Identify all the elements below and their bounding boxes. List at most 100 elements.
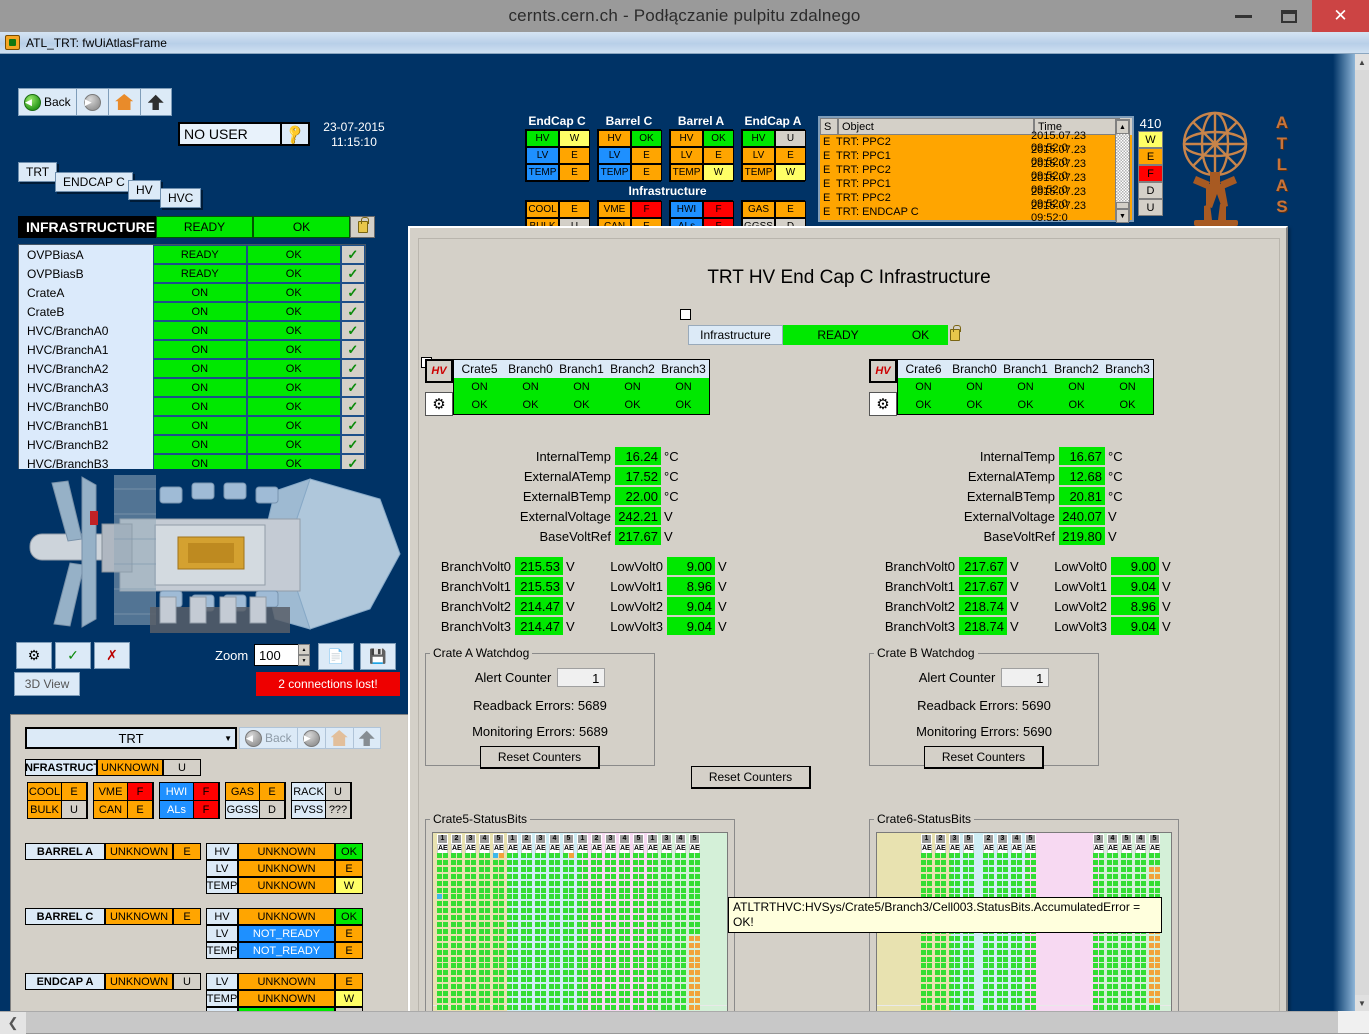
statusbit-cell[interactable] (1113, 853, 1118, 858)
statusbit-cell[interactable] (661, 956, 666, 962)
statusbit-cell[interactable] (1155, 859, 1160, 865)
statusbit-cell[interactable] (465, 908, 470, 914)
statusbit-cell[interactable] (597, 894, 602, 900)
statusbit-cell[interactable] (521, 880, 526, 886)
statusbit-cell[interactable] (611, 963, 616, 969)
statusbit-cell[interactable] (513, 928, 518, 934)
statusbit-cell[interactable] (1149, 963, 1154, 969)
statusbit-cell[interactable] (935, 859, 940, 865)
statusbit-cell[interactable] (605, 984, 610, 990)
back-button[interactable]: Back (18, 88, 76, 116)
statusbit-cell[interactable] (633, 901, 638, 907)
statusbit-cell[interactable] (569, 977, 574, 983)
bp-tag-group-3[interactable]: GAS E GGSS D (225, 782, 286, 819)
statusbit-cell[interactable] (1113, 873, 1118, 879)
statusbit-cell[interactable] (689, 963, 694, 969)
statusbit-cell[interactable] (989, 859, 994, 865)
statusbit-cell[interactable] (1011, 977, 1016, 983)
statusbit-cell[interactable] (675, 970, 680, 976)
statusbit-cell[interactable] (633, 853, 638, 858)
statusbit-cell[interactable] (457, 922, 462, 927)
statusbit-cell[interactable] (457, 942, 462, 948)
statusbit-cell[interactable] (479, 866, 484, 872)
statusbit-cell[interactable] (443, 970, 448, 976)
statusbit-cell[interactable] (695, 991, 700, 996)
statusbit-cell[interactable] (555, 915, 560, 921)
statusbit-cell[interactable] (675, 956, 680, 962)
statusbit-cell[interactable] (1155, 880, 1160, 886)
statusbit-cell[interactable] (695, 949, 700, 955)
statusbit-cell[interactable] (625, 928, 630, 934)
statusbit-cell[interactable] (549, 942, 554, 948)
infra-row-check-button[interactable]: ✓ (340, 359, 365, 378)
statusbit-cell[interactable] (921, 991, 926, 996)
statusbit-cell[interactable] (605, 915, 610, 921)
statusbit-cell[interactable] (465, 1004, 470, 1010)
statusbit-cell[interactable] (541, 935, 546, 941)
statusbit-cell[interactable] (969, 997, 974, 1003)
statusbit-cell[interactable] (667, 866, 672, 872)
statusbit-cell[interactable] (639, 922, 644, 927)
statusbit-cell[interactable] (577, 922, 582, 927)
statusbit-cell[interactable] (563, 901, 568, 907)
statusbit-cell[interactable] (1149, 977, 1154, 983)
statusbit-cell[interactable] (675, 984, 680, 990)
statusbit-cell[interactable] (1127, 887, 1132, 893)
statusbit-cell[interactable] (451, 894, 456, 900)
statusbit-cell[interactable] (591, 915, 596, 921)
statusbit-cell[interactable] (1017, 991, 1022, 996)
statusbit-cell[interactable] (521, 894, 526, 900)
statusbit-cell[interactable] (689, 901, 694, 907)
statusbit-cell[interactable] (675, 880, 680, 886)
statusbit-cell[interactable] (661, 997, 666, 1003)
statusbit-cell[interactable] (1141, 970, 1146, 976)
statusbit-cell[interactable] (611, 984, 616, 990)
statusbit-cell[interactable] (639, 915, 644, 921)
statusbit-cell[interactable] (1025, 1004, 1030, 1010)
statusbit-cell[interactable] (681, 963, 686, 969)
statusbit-cell[interactable] (563, 935, 568, 941)
statusbit-cell[interactable] (513, 977, 518, 983)
statusbit-cell[interactable] (611, 922, 616, 927)
statusbit-cell[interactable] (1113, 859, 1118, 865)
infrastructure-lock-button[interactable] (350, 216, 375, 238)
statusbit-cell[interactable] (1031, 935, 1036, 941)
statusbit-cell[interactable] (1003, 866, 1008, 872)
statusbit-cell[interactable] (941, 977, 946, 983)
accept-button[interactable]: ✓ (55, 642, 91, 669)
statusbit-cell[interactable] (633, 942, 638, 948)
statusbit-cell[interactable] (591, 901, 596, 907)
statusbit-cell[interactable] (569, 928, 574, 934)
statusbit-cell[interactable] (485, 1004, 490, 1010)
scroll-thumb[interactable] (1116, 202, 1129, 209)
statusbit-cell[interactable] (1093, 963, 1098, 969)
statusbit-cell[interactable] (695, 1004, 700, 1010)
statusbit-cell[interactable] (555, 956, 560, 962)
statusbit-cell[interactable] (969, 873, 974, 879)
statusbit-cell[interactable] (1113, 970, 1118, 976)
statusbit-cell[interactable] (605, 1004, 610, 1010)
statusbit-cell[interactable] (499, 915, 504, 921)
statusbit-cell[interactable] (963, 984, 968, 990)
statusbit-cell[interactable] (661, 887, 666, 893)
statusbit-cell[interactable] (611, 873, 616, 879)
statusbit-cell[interactable] (499, 928, 504, 934)
statusbit-cell[interactable] (465, 922, 470, 927)
statusbit-cell[interactable] (695, 873, 700, 879)
statusbit-cell[interactable] (639, 997, 644, 1003)
statusbit-cell[interactable] (1135, 977, 1140, 983)
statusbit-cell[interactable] (1003, 1004, 1008, 1010)
statusbit-cell[interactable] (513, 984, 518, 990)
statusbit-cell[interactable] (549, 922, 554, 927)
statusbit-cell[interactable] (437, 922, 442, 927)
statusbit-cell[interactable] (555, 922, 560, 927)
statusbit-cell[interactable] (681, 997, 686, 1003)
statusbit-cell[interactable] (935, 853, 940, 858)
statusbit-cell[interactable] (437, 887, 442, 893)
statusbit-cell[interactable] (619, 866, 624, 872)
statusbit-cell[interactable] (1099, 887, 1104, 893)
statusbit-cell[interactable] (611, 997, 616, 1003)
statusbit-cell[interactable] (689, 1004, 694, 1010)
statusbit-cell[interactable] (949, 956, 954, 962)
statusbit-cell[interactable] (997, 859, 1002, 865)
